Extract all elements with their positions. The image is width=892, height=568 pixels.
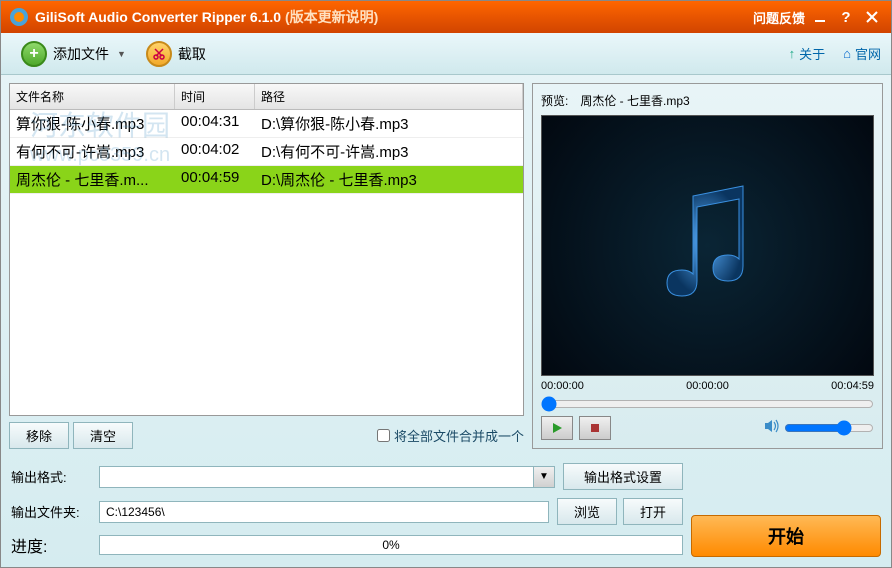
col-time[interactable]: 时间 xyxy=(175,84,255,109)
add-file-label: 添加文件 xyxy=(53,44,109,64)
trim-button[interactable]: 截取 xyxy=(136,37,216,71)
output-format-input[interactable] xyxy=(99,466,533,488)
app-title: GiliSoft Audio Converter Ripper 6.1.0 (版… xyxy=(35,7,753,27)
chevron-down-icon: ▼ xyxy=(117,49,126,59)
close-button[interactable] xyxy=(861,8,883,26)
speaker-icon[interactable] xyxy=(764,419,780,438)
add-file-button[interactable]: + 添加文件 ▼ xyxy=(11,37,136,71)
file-path-cell: D:\周杰伦 - 七里香.mp3 xyxy=(255,166,523,193)
browse-button[interactable]: 浏览 xyxy=(557,498,617,525)
progress-bar: 0% xyxy=(99,535,683,555)
toolbar: + 添加文件 ▼ 截取 ↑ 关于 ⌂ 官网 xyxy=(1,33,891,75)
preview-filename: 周杰伦 - 七里香.mp3 xyxy=(580,92,689,109)
clear-button[interactable]: 清空 xyxy=(73,422,133,449)
about-link[interactable]: ↑ 关于 xyxy=(789,44,826,63)
file-list-buttons: 移除 清空 将全部文件合并成一个 xyxy=(9,422,524,449)
minimize-button[interactable] xyxy=(809,8,831,26)
volume-slider[interactable] xyxy=(784,420,874,436)
file-time-cell: 00:04:02 xyxy=(175,138,255,165)
file-list: 河东软件园 www.pc0359.cn 文件名称 时间 路径 算你狠-陈小春.m… xyxy=(9,83,524,416)
trim-label: 截取 xyxy=(178,44,206,64)
preview-label: 预览: xyxy=(541,92,568,109)
app-name-text: GiliSoft Audio Converter Ripper 6.1.0 xyxy=(35,9,281,25)
file-rows: 算你狠-陈小春.mp300:04:31D:\算你狠-陈小春.mp3有何不可-许嵩… xyxy=(10,110,523,415)
col-path[interactable]: 路径 xyxy=(255,84,523,109)
output-format-label: 输出格式: xyxy=(11,467,91,486)
music-note-icon xyxy=(653,181,763,311)
preview-display xyxy=(541,115,874,376)
file-list-header: 文件名称 时间 路径 xyxy=(10,84,523,110)
help-button[interactable]: ? xyxy=(835,8,857,26)
home-icon: ⌂ xyxy=(843,46,851,61)
output-format-row: 输出格式: ▼ 输出格式设置 xyxy=(11,463,683,490)
toolbar-right: ↑ 关于 ⌂ 官网 xyxy=(789,44,881,63)
open-button[interactable]: 打开 xyxy=(623,498,683,525)
progress-value: 0% xyxy=(382,538,399,552)
preview-header: 预览: 周杰伦 - 七里香.mp3 xyxy=(541,92,874,115)
file-panel: 河东软件园 www.pc0359.cn 文件名称 时间 路径 算你狠-陈小春.m… xyxy=(9,83,524,449)
stop-button[interactable] xyxy=(579,416,611,440)
merge-checkbox-input[interactable] xyxy=(377,429,390,442)
file-path-cell: D:\算你狠-陈小春.mp3 xyxy=(255,110,523,137)
file-time-cell: 00:04:59 xyxy=(175,166,255,193)
titlebar: GiliSoft Audio Converter Ripper 6.1.0 (版… xyxy=(1,1,891,33)
table-row[interactable]: 周杰伦 - 七里香.m...00:04:59D:\周杰伦 - 七里香.mp3 xyxy=(10,166,523,194)
time-row: 00:00:00 00:00:00 00:04:59 xyxy=(541,376,874,396)
time-current: 00:00:00 xyxy=(541,380,584,392)
preview-panel: 预览: 周杰伦 - 七里香.mp3 00:00:00 00:00:00 00:0… xyxy=(532,83,883,449)
app-window: GiliSoft Audio Converter Ripper 6.1.0 (版… xyxy=(0,0,892,568)
output-format-combo[interactable]: ▼ xyxy=(99,466,555,488)
output-folder-input[interactable] xyxy=(99,501,549,523)
remove-button[interactable]: 移除 xyxy=(9,422,69,449)
merge-label: 将全部文件合并成一个 xyxy=(394,426,524,445)
table-row[interactable]: 有何不可-许嵩.mp300:04:02D:\有何不可-许嵩.mp3 xyxy=(10,138,523,166)
bottom-panel: 输出格式: ▼ 输出格式设置 输出文件夹: 浏览 打开 进度 xyxy=(1,457,891,567)
merge-checkbox[interactable]: 将全部文件合并成一个 xyxy=(377,426,524,445)
chevron-down-icon[interactable]: ▼ xyxy=(533,466,555,488)
play-button[interactable] xyxy=(541,416,573,440)
plus-icon: + xyxy=(21,41,47,67)
playback-controls xyxy=(541,416,874,440)
progress-row: 进度: 0% xyxy=(11,533,683,557)
scissors-icon xyxy=(146,41,172,67)
file-time-cell: 00:04:31 xyxy=(175,110,255,137)
website-link[interactable]: ⌂ 官网 xyxy=(843,44,881,63)
feedback-link[interactable]: 问题反馈 xyxy=(753,8,805,27)
up-arrow-icon: ↑ xyxy=(789,46,796,61)
file-name-cell: 周杰伦 - 七里香.m... xyxy=(10,166,175,193)
time-mid: 00:00:00 xyxy=(686,380,729,392)
output-format-settings-button[interactable]: 输出格式设置 xyxy=(563,463,683,490)
output-folder-label: 输出文件夹: xyxy=(11,502,91,521)
time-total: 00:04:59 xyxy=(831,380,874,392)
main-area: 河东软件园 www.pc0359.cn 文件名称 时间 路径 算你狠-陈小春.m… xyxy=(1,75,891,457)
col-name[interactable]: 文件名称 xyxy=(10,84,175,109)
table-row[interactable]: 算你狠-陈小春.mp300:04:31D:\算你狠-陈小春.mp3 xyxy=(10,110,523,138)
app-icon xyxy=(9,7,29,27)
file-name-cell: 有何不可-许嵩.mp3 xyxy=(10,138,175,165)
file-path-cell: D:\有何不可-许嵩.mp3 xyxy=(255,138,523,165)
file-name-cell: 算你狠-陈小春.mp3 xyxy=(10,110,175,137)
about-label: 关于 xyxy=(799,44,825,63)
start-button[interactable]: 开始 xyxy=(691,515,881,557)
volume-control xyxy=(764,419,874,438)
progress-label: 进度: xyxy=(11,533,91,557)
output-folder-row: 输出文件夹: 浏览 打开 xyxy=(11,498,683,525)
website-label: 官网 xyxy=(855,44,881,63)
version-note[interactable]: (版本更新说明) xyxy=(285,9,378,25)
seek-slider[interactable] xyxy=(541,396,874,412)
